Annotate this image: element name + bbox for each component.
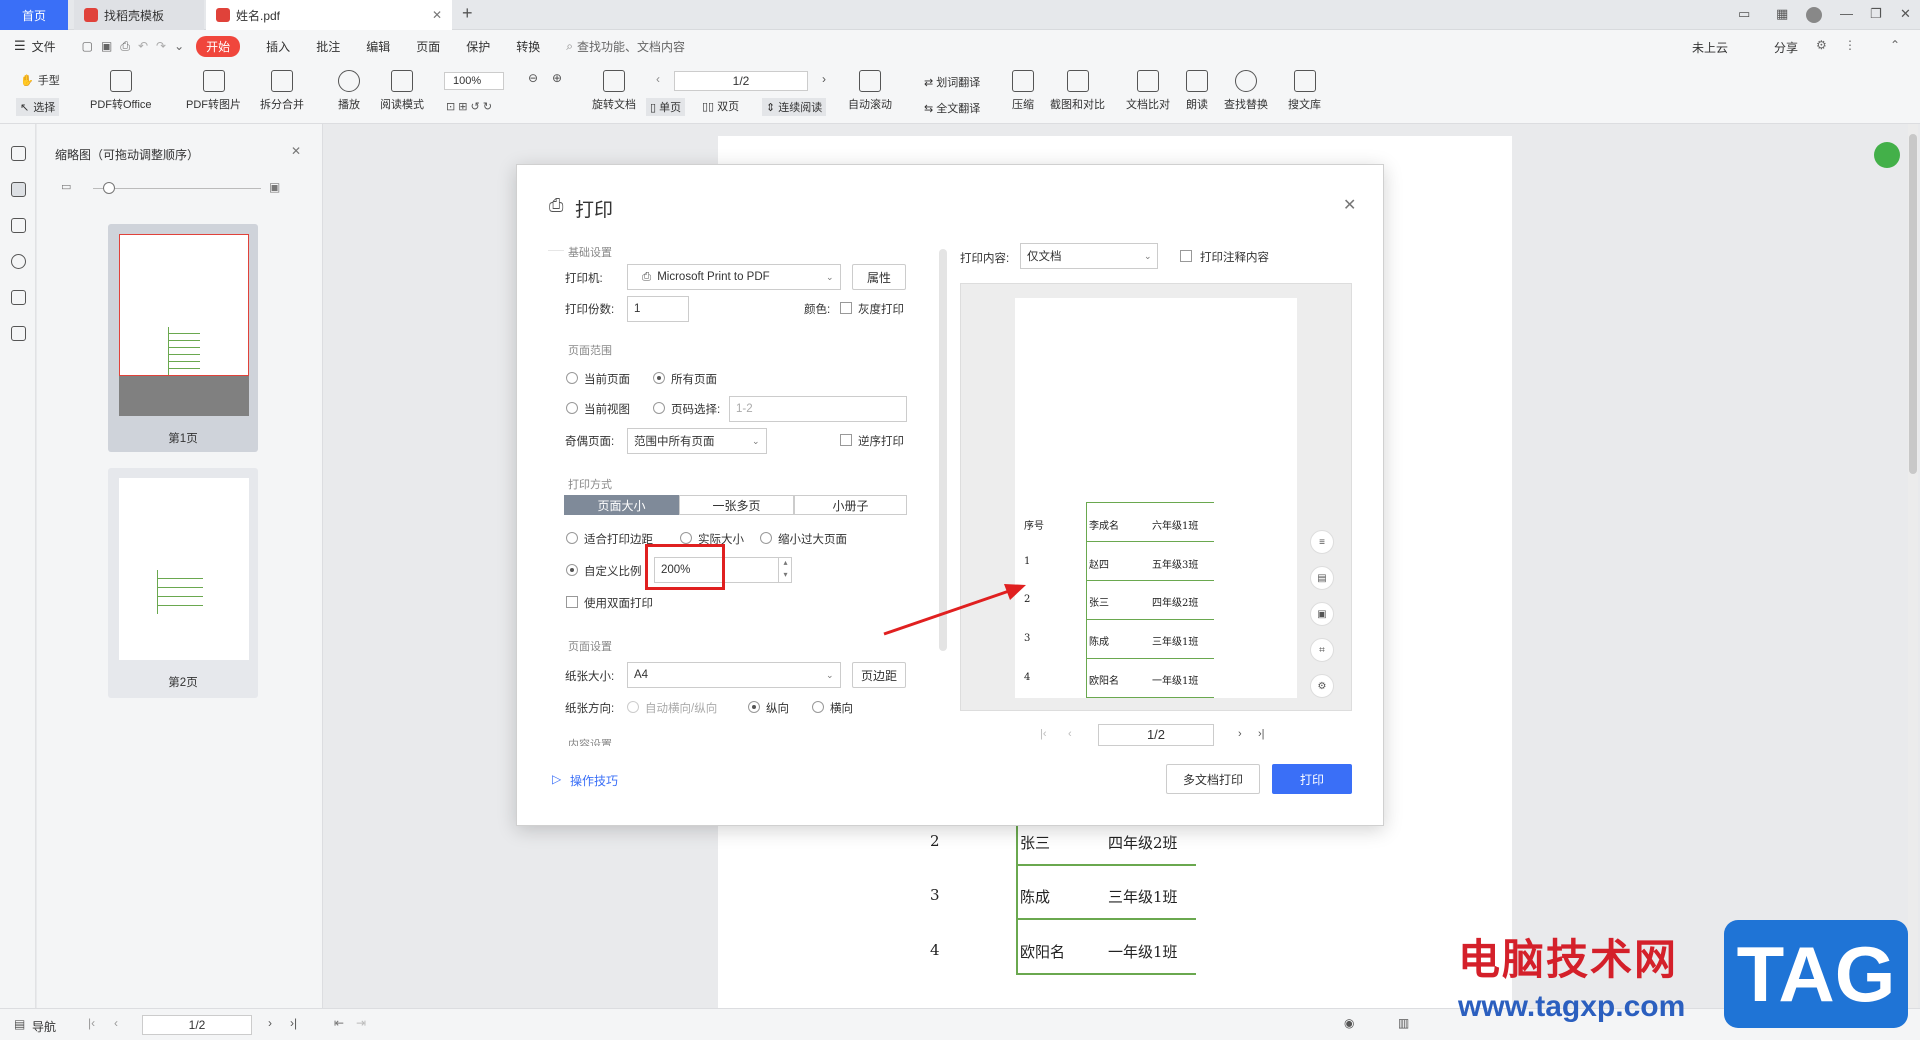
current-view-radio[interactable]	[566, 402, 578, 414]
duplex-label: 使用双面打印	[584, 598, 653, 610]
basic-settings-heading: 基础设置	[568, 247, 612, 259]
content-settings-heading: 内容设置	[568, 739, 612, 746]
properties-button[interactable]: 属性	[852, 264, 906, 290]
duplex-checkbox[interactable]	[566, 596, 578, 608]
preview-cell: 陈成	[1089, 637, 1109, 648]
page-select-input[interactable]: 1-2	[729, 396, 907, 422]
preview-line	[1086, 502, 1214, 503]
chevron-down-icon: ⌄	[826, 272, 834, 282]
preview-line	[1086, 697, 1214, 698]
divider	[548, 250, 564, 251]
print-content-select[interactable]: 仅文档	[1020, 243, 1158, 269]
preview-cell: 4	[1024, 672, 1031, 683]
landscape-radio[interactable]	[812, 701, 824, 713]
portrait-label: 纵向	[766, 703, 789, 715]
color-label: 颜色:	[804, 304, 831, 316]
current-view-label: 当前视图	[584, 404, 630, 416]
preview-cell: 六年级1班	[1152, 521, 1199, 532]
first-page-icon[interactable]: |‹	[1040, 728, 1047, 740]
page-range-heading: 页面范围	[568, 345, 612, 357]
grayscale-label: 灰度打印	[858, 304, 904, 316]
preview-settings-icon[interactable]: ⚙	[1310, 674, 1334, 698]
arrow-shaft	[883, 588, 1013, 636]
copies-label: 打印份数:	[565, 304, 615, 316]
page-select-label: 页码选择:	[671, 404, 721, 416]
printer-select[interactable]: ⎙ Microsoft Print to PDF	[627, 264, 841, 290]
preview-line	[1086, 541, 1214, 542]
preview-cell: 一年级1班	[1152, 676, 1199, 687]
grayscale-checkbox[interactable]	[840, 302, 852, 314]
next-page-icon[interactable]: ›	[1238, 728, 1242, 740]
all-pages-radio[interactable]	[653, 372, 665, 384]
preview-cell: 四年级2班	[1152, 598, 1199, 609]
printer-small-icon: ⎙	[642, 270, 652, 283]
preview-doc-icon[interactable]: ▤	[1310, 566, 1334, 590]
preview-line	[1086, 619, 1214, 620]
print-content-label: 打印内容:	[960, 253, 1010, 265]
highlight-box	[645, 544, 725, 590]
preview-cell: 序号	[1024, 521, 1044, 532]
play-circle-icon: ▷	[552, 772, 562, 786]
current-page-radio[interactable]	[566, 372, 578, 384]
fit-margin-label: 适合打印边距	[584, 534, 653, 546]
preview-line	[1086, 580, 1214, 581]
page-select-radio[interactable]	[653, 402, 665, 414]
portrait-radio[interactable]	[748, 701, 760, 713]
preview-page-input[interactable]: 1/2	[1098, 724, 1214, 746]
shrink-radio[interactable]	[760, 532, 772, 544]
preview-cell: 三年级1班	[1152, 637, 1199, 648]
odd-even-label: 奇偶页面:	[565, 436, 615, 448]
preview-crop-icon[interactable]: ⌗	[1310, 638, 1334, 662]
preview-cell: 1	[1024, 556, 1031, 567]
tab-booklet[interactable]: 小册子	[794, 495, 907, 515]
paper-size-select[interactable]: A4	[627, 662, 841, 688]
preview-cell: 赵四	[1089, 560, 1109, 571]
margins-button[interactable]: 页边距	[852, 662, 906, 688]
page-setup-heading: 页面设置	[568, 641, 612, 653]
printer-label: 打印机:	[565, 273, 603, 285]
dialog-contents: 基础设置 打印机: ⎙ Microsoft Print to PDF ⌄ 属性 …	[0, 0, 1920, 1040]
paper-size-label: 纸张大小:	[565, 671, 615, 683]
custom-scale-label: 自定义比例	[584, 566, 642, 578]
red-arrow	[883, 584, 1026, 636]
preview-save-icon[interactable]: ▣	[1310, 602, 1334, 626]
tab-multi-page[interactable]: 一张多页	[679, 495, 794, 515]
prev-page-icon[interactable]: ‹	[1068, 728, 1072, 740]
auto-orient-label: 自动横向/纵向	[645, 703, 718, 715]
preview-line	[1086, 658, 1214, 659]
print-annotations-checkbox[interactable]	[1180, 250, 1192, 262]
fit-margin-radio[interactable]	[566, 532, 578, 544]
preview-tool-icon[interactable]: ≡	[1310, 530, 1334, 554]
scale-stepper[interactable]: ▴ ▾	[778, 557, 792, 583]
custom-scale-radio[interactable]	[566, 564, 578, 576]
shrink-label: 缩小过大页面	[778, 534, 847, 546]
preview-cell: 五年级3班	[1152, 560, 1199, 571]
copies-input[interactable]: 1	[627, 296, 689, 322]
current-page-label: 当前页面	[584, 374, 630, 386]
preview-table-border	[1086, 502, 1087, 698]
reverse-checkbox[interactable]	[840, 434, 852, 446]
auto-orient-radio[interactable]	[627, 701, 639, 713]
print-annotations-label: 打印注释内容	[1200, 252, 1269, 264]
actual-size-radio[interactable]	[680, 532, 692, 544]
last-page-icon[interactable]: ›|	[1258, 728, 1265, 740]
preview-cell: 张三	[1089, 598, 1109, 609]
landscape-label: 横向	[830, 703, 853, 715]
reverse-label: 逆序打印	[858, 436, 904, 448]
print-button[interactable]: 打印	[1272, 764, 1352, 794]
preview-cell: 李成名	[1089, 521, 1119, 532]
tab-page-size[interactable]: 页面大小	[564, 495, 679, 515]
tips-link[interactable]: 操作技巧	[570, 772, 618, 789]
chevron-down-icon: ⌄	[1144, 251, 1152, 261]
print-method-heading: 打印方式	[568, 479, 612, 491]
orientation-label: 纸张方向:	[565, 703, 615, 715]
odd-even-select[interactable]: 范围中所有页面	[627, 428, 767, 454]
preview-cell: 欧阳名	[1089, 676, 1119, 687]
chevron-down-icon: ⌄	[752, 436, 760, 446]
multi-doc-print-button[interactable]: 多文档打印	[1166, 764, 1260, 794]
all-pages-label: 所有页面	[671, 374, 717, 386]
chevron-down-icon: ⌄	[826, 670, 834, 680]
arrow-head	[1004, 584, 1026, 600]
